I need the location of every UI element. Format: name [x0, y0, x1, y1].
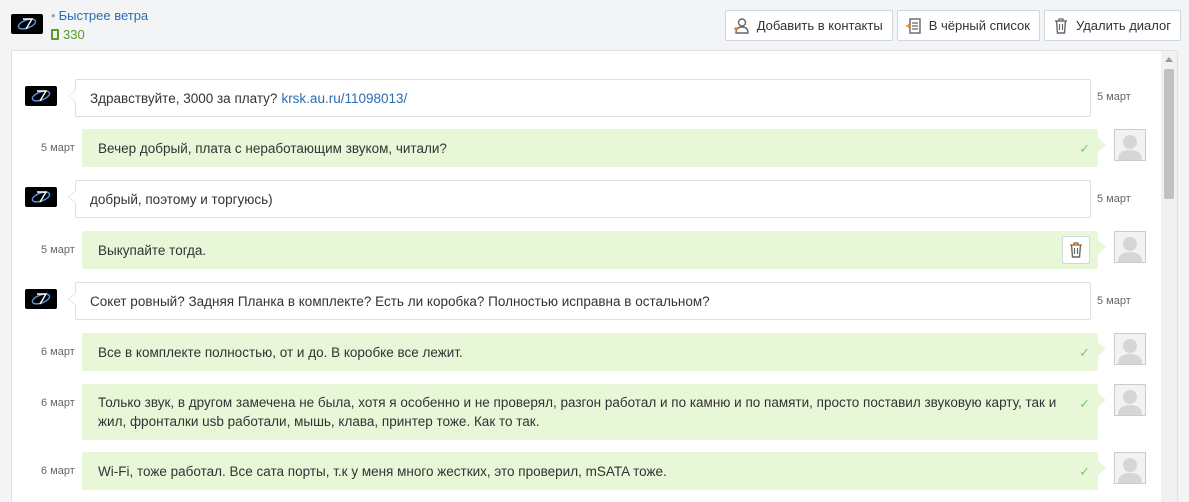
message-incoming: добрый, поэтому и торгуюсь): [68, 180, 1091, 218]
message-date: 6 март: [41, 465, 75, 477]
add-user-icon: [733, 17, 749, 34]
dialog-header: • Быстрее ветра 330 Добавить в контакты В…: [0, 0, 1189, 48]
delete-dialog-button[interactable]: Удалить диалог: [1043, 10, 1181, 41]
message-outgoing: Выкупайте тогда.: [82, 231, 1106, 269]
dialog-actions: Добавить в контакты В чёрный список Удал…: [724, 10, 1181, 41]
sender-avatar[interactable]: [25, 289, 57, 309]
message-outgoing: Все в комплекте полностью, от и до. В ко…: [82, 333, 1106, 371]
sender-avatar[interactable]: [25, 187, 57, 207]
message-date: 5 март: [1097, 91, 1131, 103]
phone-icon: [51, 29, 59, 40]
read-check-icon: ✓: [1079, 463, 1090, 479]
sender-avatar[interactable]: [25, 86, 57, 106]
trash-icon: [1070, 242, 1082, 258]
message-link[interactable]: krsk.au.ru/11098013/: [281, 91, 407, 106]
scroll-up-arrow-icon[interactable]: [1165, 57, 1173, 62]
message-date: 6 март: [41, 397, 75, 409]
own-avatar[interactable]: [1114, 231, 1146, 263]
message-date: 5 март: [1097, 295, 1131, 307]
user-avatar[interactable]: [11, 14, 43, 34]
message-date: 5 март: [1097, 193, 1131, 205]
own-avatar[interactable]: [1114, 129, 1146, 161]
user-rating: 330: [51, 27, 85, 42]
delete-message-button[interactable]: [1062, 236, 1090, 264]
own-avatar[interactable]: [1114, 452, 1146, 484]
scrollbar[interactable]: [1161, 51, 1177, 502]
message-date: 5 март: [41, 244, 75, 256]
trash-icon: [1054, 17, 1067, 34]
read-check-icon: ✓: [1079, 396, 1090, 411]
message-incoming: Сокет ровный? Задняя Планка в комплекте?…: [68, 282, 1091, 320]
message-incoming: Здравствуйте, 3000 за плату? krsk.au.ru/…: [68, 79, 1091, 117]
add-contact-button[interactable]: Добавить в контакты: [724, 10, 893, 41]
message-date: 5 март: [41, 142, 75, 154]
messages-panel: Здравствуйте, 3000 за плату? krsk.au.ru/…: [11, 50, 1178, 502]
own-avatar[interactable]: [1114, 384, 1146, 416]
own-avatar[interactable]: [1114, 333, 1146, 365]
read-check-icon: ✓: [1079, 140, 1090, 156]
message-outgoing: Только звук, в другом замечена не была, …: [82, 384, 1106, 440]
username-link[interactable]: • Быстрее ветра: [51, 8, 148, 23]
blacklist-button[interactable]: В чёрный список: [896, 10, 1040, 41]
message-date: 6 март: [41, 346, 75, 358]
scroll-thumb[interactable]: [1164, 69, 1174, 199]
message-outgoing: Вечер добрый, плата с неработающим звуко…: [82, 129, 1106, 167]
read-check-icon: ✓: [1079, 344, 1090, 360]
blacklist-icon: [905, 17, 921, 34]
message-outgoing: Wi-Fi, тоже работал. Все сата порты, т.к…: [82, 452, 1106, 490]
